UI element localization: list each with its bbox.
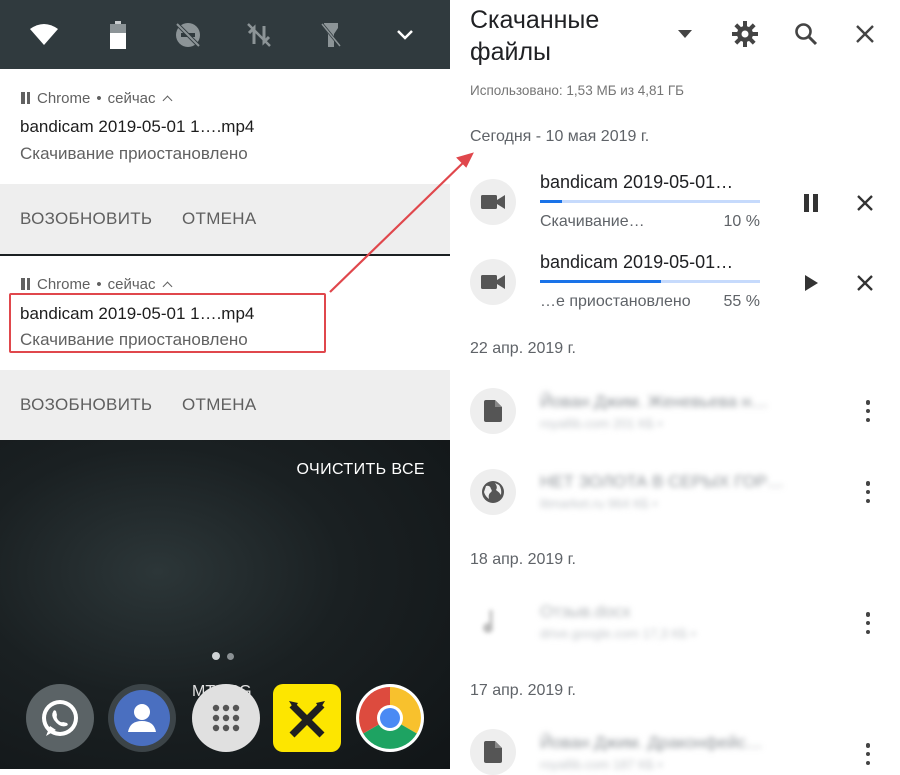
storage-info: Использовано: 1,53 МБ из 4,81 ГБ xyxy=(470,83,684,98)
download-item-subtitle: royallib.com 187 КБ • xyxy=(540,757,663,772)
notification-actions: ВОЗОБНОВИТЬ ОТМЕНА xyxy=(0,370,450,440)
notification-title: bandicam 2019-05-01 1….mp4 xyxy=(20,117,255,136)
collapse-caret-icon[interactable] xyxy=(162,281,172,291)
whatsapp-icon[interactable] xyxy=(26,684,94,752)
close-icon xyxy=(857,195,873,211)
section-date-header: 17 апр. 2019 г. xyxy=(470,682,576,699)
notification-time: сейчас xyxy=(107,89,156,107)
resume-download-button[interactable] xyxy=(794,266,828,300)
download-percent: 55 % xyxy=(723,293,760,310)
do-not-disturb-off-icon[interactable] xyxy=(173,20,203,50)
notification-header: Chrome • сейчас xyxy=(20,89,172,107)
resume-button[interactable]: ВОЗОБНОВИТЬ xyxy=(20,395,152,415)
notification-actions: ВОЗОБНОВИТЬ ОТМЕНА xyxy=(0,184,450,254)
gear-icon xyxy=(732,21,758,47)
download-progress-fill xyxy=(540,280,661,283)
battery-icon[interactable] xyxy=(103,20,133,50)
pause-download-button[interactable] xyxy=(794,186,828,220)
download-percent: 10 % xyxy=(723,213,760,230)
app-drawer-icon[interactable] xyxy=(192,684,260,752)
more-options-icon[interactable] xyxy=(858,479,878,505)
video-file-icon xyxy=(470,179,516,225)
clear-all-button[interactable]: ОЧИСТИТЬ ВСЕ xyxy=(297,461,425,479)
download-notification[interactable]: Chrome • сейчас bandicam 2019-05-01 1….m… xyxy=(0,69,450,184)
more-options-icon[interactable] xyxy=(858,741,878,767)
close-button[interactable] xyxy=(845,14,885,54)
download-status: …е приостановлено xyxy=(540,293,691,310)
chrome-icon[interactable] xyxy=(356,684,424,752)
mobile-data-off-icon[interactable] xyxy=(244,20,274,50)
expand-chevron-icon[interactable] xyxy=(390,20,420,50)
download-item-subtitle: litmarket.ru 964 КБ • xyxy=(540,496,658,511)
cancel-button[interactable]: ОТМЕНА xyxy=(182,395,257,415)
downloads-screen: Скачанные файлы Использовано: 1,53 МБ из… xyxy=(450,0,900,775)
cancel-download-button[interactable] xyxy=(848,266,882,300)
play-icon xyxy=(805,275,818,291)
resume-button[interactable]: ВОЗОБНОВИТЬ xyxy=(20,209,152,229)
raiffeisen-icon[interactable] xyxy=(273,684,341,752)
search-button[interactable] xyxy=(786,14,826,54)
section-date-header: 18 апр. 2019 г. xyxy=(470,551,576,568)
pause-icon xyxy=(804,194,818,212)
audio-file-icon xyxy=(470,599,516,645)
filter-dropdown-button[interactable] xyxy=(665,14,705,54)
quick-settings-bar xyxy=(0,0,450,69)
globe-icon xyxy=(470,469,516,515)
close-icon xyxy=(856,25,874,43)
notification-header: Chrome • сейчас xyxy=(20,275,172,293)
download-status: Скачивание… xyxy=(540,213,645,230)
search-icon xyxy=(795,23,818,46)
document-icon xyxy=(470,729,516,775)
settings-button[interactable] xyxy=(725,14,765,54)
video-file-icon xyxy=(470,259,516,305)
more-options-icon[interactable] xyxy=(858,610,878,636)
pause-icon xyxy=(20,278,31,290)
page-indicator-dot xyxy=(227,653,234,660)
notification-separator: • xyxy=(96,89,102,107)
download-progress-bar xyxy=(540,280,760,283)
download-list-item[interactable]: Йован Джим. Драконфейс… royallib.com 187… xyxy=(540,733,763,772)
collapse-caret-icon[interactable] xyxy=(162,95,172,105)
download-progress-bar xyxy=(540,200,760,203)
flashlight-off-icon[interactable] xyxy=(316,20,346,50)
download-list-item[interactable]: Отзыв.docx drive.google.com 17,3 КБ • xyxy=(540,602,696,641)
download-file-name[interactable]: bandicam 2019-05-01… xyxy=(540,252,733,273)
download-item-subtitle: drive.google.com 17,3 КБ • xyxy=(540,626,696,641)
download-list-item[interactable]: Йован Джим. Женевьева н… royallib.com 20… xyxy=(540,392,768,431)
wifi-icon[interactable] xyxy=(29,20,59,50)
notification-shade: Chrome • сейчас bandicam 2019-05-01 1….m… xyxy=(0,0,450,769)
download-file-name[interactable]: bandicam 2019-05-01… xyxy=(540,172,733,193)
download-item-subtitle: royallib.com 201 КБ • xyxy=(540,416,663,431)
notification-app-name: Chrome xyxy=(37,275,91,293)
section-date-header: 22 апр. 2019 г. xyxy=(470,340,576,357)
notification-time: сейчас xyxy=(107,275,156,293)
download-item-title: Йован Джим. Женевьева н… xyxy=(540,392,769,411)
contacts-icon[interactable] xyxy=(108,684,176,752)
download-item-title: НЕТ ЗОЛОТА В СЕРЫХ ГОР… xyxy=(540,472,785,491)
download-progress-fill xyxy=(540,200,562,203)
cancel-button[interactable]: ОТМЕНА xyxy=(182,209,257,229)
more-options-icon[interactable] xyxy=(858,398,878,424)
download-item-title: Йован Джим. Драконфейс… xyxy=(540,733,763,752)
notification-app-name: Chrome xyxy=(37,89,91,107)
page-indicator-dot xyxy=(212,652,220,660)
page-title: Скачанные файлы xyxy=(470,6,600,66)
download-list-item[interactable]: НЕТ ЗОЛОТА В СЕРЫХ ГОР… litmarket.ru 964… xyxy=(540,472,784,511)
close-icon xyxy=(857,275,873,291)
annotation-highlight-box xyxy=(9,293,326,353)
notification-subtitle: Скачивание приостановлено xyxy=(20,144,248,163)
cancel-download-button[interactable] xyxy=(848,186,882,220)
download-item-title: Отзыв.docx xyxy=(540,602,631,621)
document-icon xyxy=(470,388,516,434)
section-date-header: Сегодня - 10 мая 2019 г. xyxy=(470,128,650,145)
dropdown-arrow-icon xyxy=(678,30,692,38)
notification-separator: • xyxy=(96,275,102,293)
pause-icon xyxy=(20,92,31,104)
